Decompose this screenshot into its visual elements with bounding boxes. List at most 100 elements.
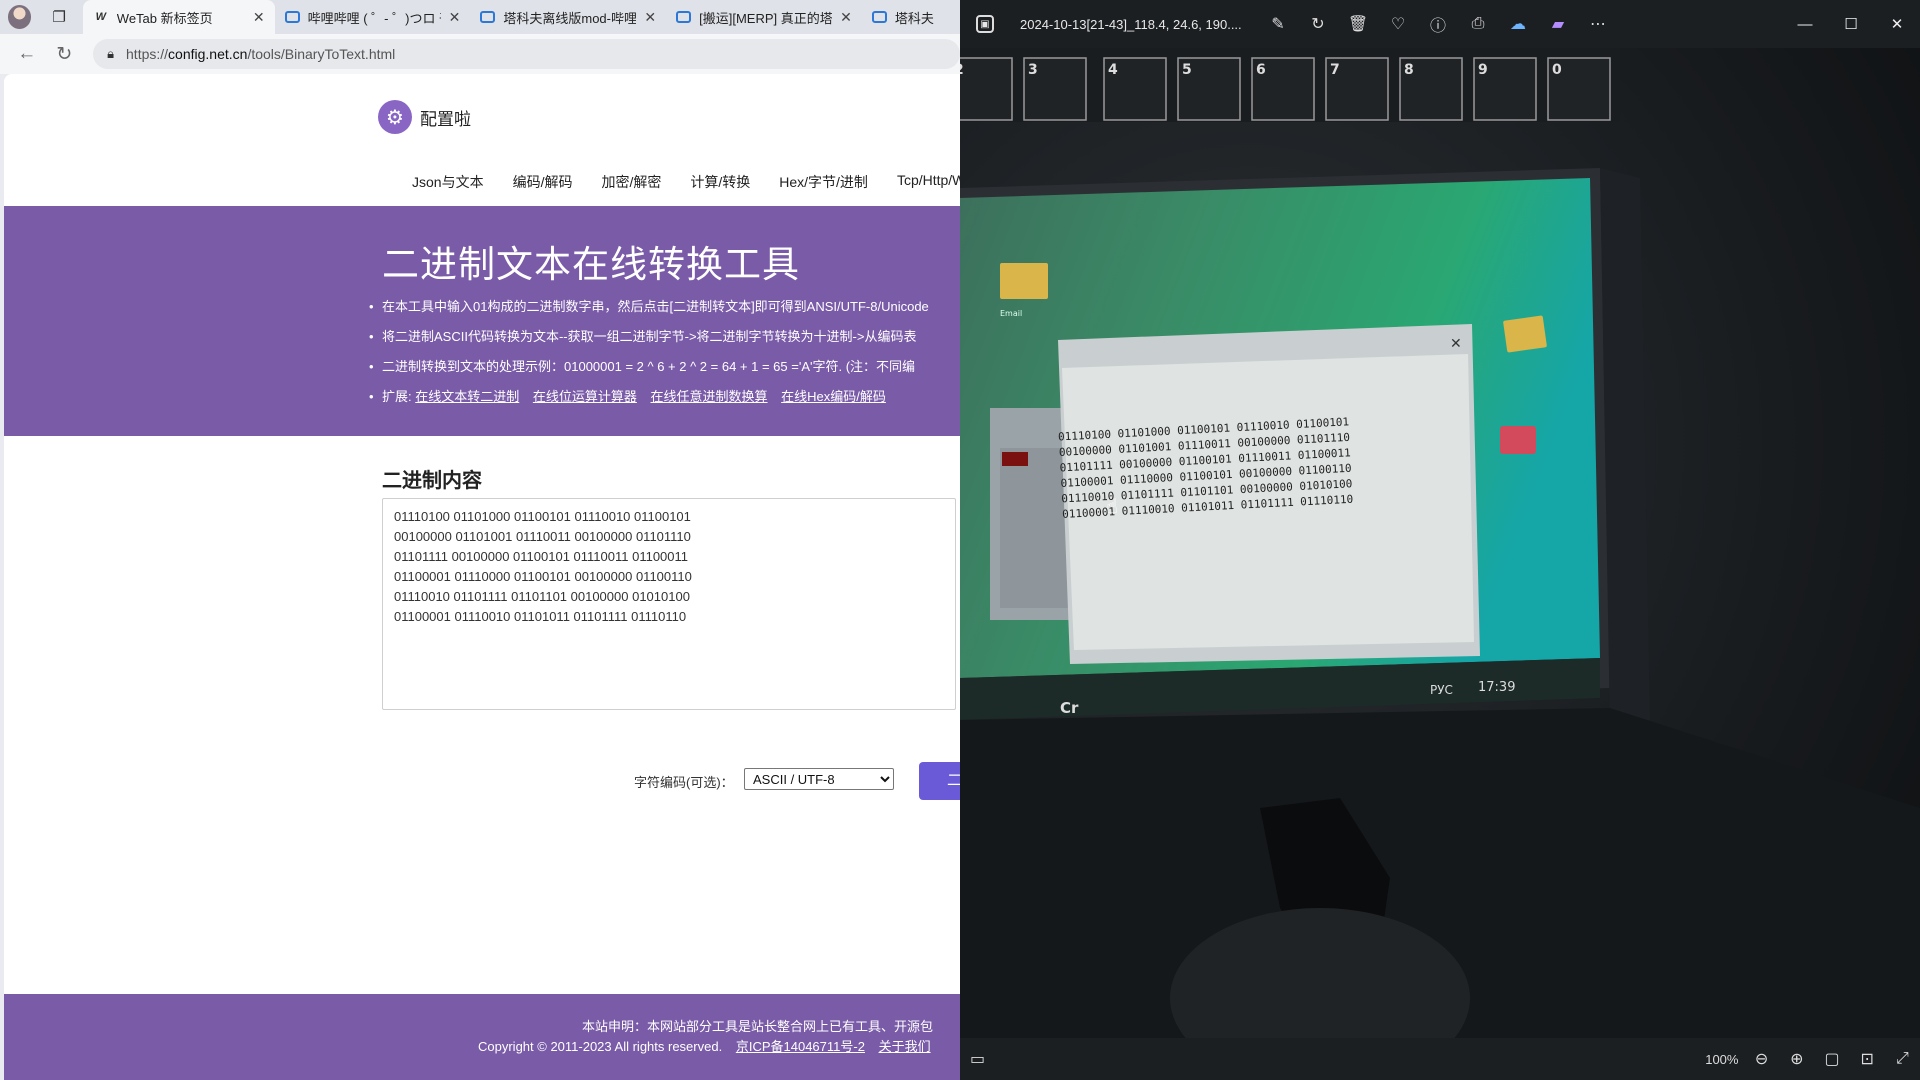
close-icon[interactable]: ✕ bbox=[644, 9, 656, 26]
gear-icon: ⚙ bbox=[378, 100, 412, 134]
zoom-out-icon[interactable]: ⊖ bbox=[1744, 1038, 1779, 1080]
hotbar: 2 3 4 5 6 7 8 9 0 bbox=[960, 57, 1611, 121]
hero-banner: 二进制文本在线转换工具 在本工具中输入01构成的二进制数字串，然后点击[二进制转… bbox=[4, 206, 960, 436]
site-nav: Json与文本 编码/解码 加密/解密 计算/转换 Hex/字节/进制 Tcp/… bbox=[412, 172, 960, 192]
ingame-lang: РУС bbox=[1430, 683, 1453, 697]
link-base-conversion[interactable]: 在线任意进制数换算 bbox=[651, 389, 768, 404]
footer-about-link[interactable]: 关于我们 bbox=[879, 1039, 931, 1054]
edit-image-icon[interactable]: ✎ bbox=[1258, 0, 1298, 48]
footer-copyright: Copyright © 2011-2023 All rights reserve… bbox=[478, 1039, 723, 1054]
link-hex-codec[interactable]: 在线Hex编码/解码 bbox=[781, 389, 886, 404]
clipchamp-icon[interactable]: ▰ bbox=[1538, 0, 1578, 48]
site-logo[interactable]: ⚙ 配置啦 bbox=[378, 100, 471, 134]
close-icon[interactable]: ✕ bbox=[449, 9, 461, 26]
photo-viewer-window: ▣ 2024-10-13[21-43]_118.4, 24.6, 190....… bbox=[960, 0, 1920, 1080]
hero-points: 在本工具中输入01构成的二进制数字串，然后点击[二进制转文本]即可得到ANSI/… bbox=[369, 298, 929, 418]
filmstrip-icon[interactable]: ▭ bbox=[960, 1038, 995, 1080]
address-bar[interactable]: 🔒︎ https://config.net.cn/tools/BinaryToT… bbox=[93, 39, 960, 69]
svg-text:✕: ✕ bbox=[1450, 336, 1462, 352]
tab-wetab[interactable]: W WeTab 新标签页 ✕ bbox=[82, 0, 275, 34]
nav-item-encode[interactable]: 编码/解码 bbox=[513, 172, 573, 192]
tab-title: WeTab 新标签页 bbox=[116, 10, 213, 26]
bilibili-icon bbox=[871, 11, 887, 23]
more-options-icon[interactable]: ⋯ bbox=[1578, 0, 1618, 48]
nav-item-hex[interactable]: Hex/字节/进制 bbox=[779, 172, 868, 192]
browser-window: ❐ W WeTab 新标签页 ✕ 哔哩哔哩 ( ゜- ゜)つロ 干杯~-bili… bbox=[0, 0, 960, 1080]
viewer-titlebar: ▣ 2024-10-13[21-43]_118.4, 24.6, 190....… bbox=[960, 0, 1920, 48]
site-header: ⚙ 配置啦 Json与文本 编码/解码 加密/解密 计算/转换 Hex/字节/进… bbox=[4, 74, 960, 206]
bilibili-icon bbox=[284, 11, 300, 23]
close-icon[interactable]: ✕ bbox=[253, 9, 265, 26]
hero-point-links: 扩展: 在线文本转二进制 在线位运算计算器 在线任意进制数换算 在线Hex编码/… bbox=[369, 388, 929, 418]
hotbar-slot-number: 5 bbox=[1182, 62, 1192, 78]
hotbar-slot-number: 4 bbox=[1108, 62, 1118, 78]
binary-content-title: 二进制内容 bbox=[382, 470, 482, 492]
site-footer: 本站申明：本网站部分工具是站长整合网上已有工具、开源包 Copyright © … bbox=[4, 994, 960, 1080]
print-icon[interactable]: ⎙ bbox=[1458, 0, 1498, 48]
binary-input[interactable]: 01110100 01101000 01100101 01110010 0110… bbox=[382, 498, 956, 710]
game-screenshot: 234567890 Email 01110100 01101000 011001… bbox=[960, 48, 1920, 1038]
tab-tarkov-mod[interactable]: 塔科夫离线版mod-哔哩哔哩 ✕ bbox=[470, 0, 666, 34]
fullscreen-icon[interactable]: ⤢ bbox=[1885, 1038, 1920, 1080]
back-arrow-icon[interactable]: ← bbox=[12, 39, 42, 69]
screenshot-image: 234567890 Email 01110100 01101000 011001… bbox=[960, 48, 1920, 1038]
lock-icon: 🔒︎ bbox=[107, 46, 115, 61]
nav-item-tcp[interactable]: Tcp/Http/WebSocket bbox=[897, 172, 960, 192]
hotbar-slot-number: 8 bbox=[1404, 62, 1414, 78]
profile-avatar[interactable] bbox=[8, 5, 32, 29]
delete-icon[interactable]: 🗑︎ bbox=[1338, 0, 1378, 48]
hero-point: 将二进制ASCII代码转换为文本--获取一组二进制字节->将二进制字节转换为十进… bbox=[369, 328, 929, 358]
reload-icon[interactable]: ↻ bbox=[50, 39, 80, 69]
nav-item-calc[interactable]: 计算/转换 bbox=[690, 172, 750, 192]
tab-bilibili-home[interactable]: 哔哩哔哩 ( ゜- ゜)つロ 干杯~-bilibili ✕ bbox=[275, 0, 471, 34]
ingame-clock: 17:39 bbox=[1478, 680, 1515, 695]
hero-point: 二进制转换到文本的处理示例：01000001 = 2 ^ 6 + 2 ^ 2 =… bbox=[369, 358, 929, 388]
zoom-in-icon[interactable]: ⊕ bbox=[1779, 1038, 1814, 1080]
wetab-icon: W bbox=[95, 11, 106, 23]
close-icon[interactable]: ✕ bbox=[840, 9, 852, 26]
encoding-select[interactable]: ASCII / UTF-8 bbox=[744, 768, 894, 790]
tab-title: 塔科夫离线版mod-哔哩哔哩 bbox=[503, 10, 637, 26]
link-text-to-binary[interactable]: 在线文本转二进制 bbox=[415, 389, 519, 404]
nav-item-encrypt[interactable]: 加密/解密 bbox=[601, 172, 661, 192]
link-bitwise-calculator[interactable]: 在线位运算计算器 bbox=[533, 389, 637, 404]
tab-actions-icon[interactable]: ❐ bbox=[45, 3, 72, 31]
zoom-level: 100% bbox=[1705, 1051, 1739, 1067]
rotate-icon[interactable]: ↻ bbox=[1298, 0, 1338, 48]
footer-copyright-row: Copyright © 2011-2023 All rights reserve… bbox=[478, 1036, 931, 1055]
fit-to-window-icon[interactable]: ▢ bbox=[1814, 1038, 1849, 1080]
hotbar-slot-number: 2 bbox=[960, 62, 964, 78]
bilibili-icon bbox=[480, 11, 496, 23]
hotbar-slot-number: 3 bbox=[1028, 62, 1038, 78]
hero-point: 在本工具中输入01构成的二进制数字串，然后点击[二进制转文本]即可得到ANSI/… bbox=[369, 298, 929, 328]
url-prefix: https:// bbox=[126, 46, 169, 62]
hand-cursor-icon: ☝ bbox=[1106, 494, 1118, 518]
maximize-icon[interactable]: ☐ bbox=[1828, 7, 1874, 41]
cloud-off-icon[interactable]: ☁ bbox=[1498, 0, 1538, 48]
web-page: ⚙ 配置啦 Json与文本 编码/解码 加密/解密 计算/转换 Hex/字节/进… bbox=[4, 74, 960, 1080]
hotbar-slot-number: 6 bbox=[1256, 62, 1266, 78]
browser-toolbar: ← ↻ 🔒︎ https://config.net.cn/tools/Binar… bbox=[0, 34, 960, 74]
footer-notice: 本站申明：本网站部分工具是站长整合网上已有工具、开源包 bbox=[582, 1019, 934, 1034]
actual-size-icon[interactable]: ⊡ bbox=[1850, 1038, 1885, 1080]
ingame-taskbar-label: Cr bbox=[1060, 699, 1079, 717]
encoding-label: 字符编码(可选)： bbox=[634, 775, 734, 790]
viewer-filename: 2024-10-13[21-43]_118.4, 24.6, 190.... bbox=[1020, 16, 1242, 32]
info-icon[interactable]: ⓘ bbox=[1418, 0, 1458, 48]
desktop-icon-label: Email bbox=[1000, 309, 1022, 318]
convert-button[interactable]: 二 bbox=[919, 762, 960, 800]
close-window-icon[interactable]: ✕ bbox=[1874, 7, 1920, 41]
hotbar-slot bbox=[960, 57, 1013, 121]
tab-merp[interactable]: [搬运][MERP] 真正的塔科夫 ✕ bbox=[666, 0, 862, 34]
footer-icp-link[interactable]: 京ICP备14046711号-2 bbox=[736, 1039, 865, 1054]
favorite-heart-icon[interactable]: ♡ bbox=[1378, 0, 1418, 48]
url-path: /tools/BinaryToText.html bbox=[247, 46, 396, 62]
tab-bar: ❐ W WeTab 新标签页 ✕ 哔哩哔哩 ( ゜- ゜)つロ 干杯~-bili… bbox=[0, 0, 960, 34]
hotbar-slot-number: 0 bbox=[1552, 62, 1562, 78]
hotbar-slot-number: 7 bbox=[1330, 62, 1340, 78]
extend-label: 扩展: bbox=[382, 389, 416, 404]
minimize-icon[interactable]: — bbox=[1782, 7, 1828, 41]
tab-title: 哔哩哔哩 ( ゜- ゜)つロ 干杯~-bilibili bbox=[307, 10, 441, 26]
tab-tarkov[interactable]: 塔科夫 bbox=[862, 0, 960, 34]
nav-item-json[interactable]: Json与文本 bbox=[412, 172, 484, 192]
